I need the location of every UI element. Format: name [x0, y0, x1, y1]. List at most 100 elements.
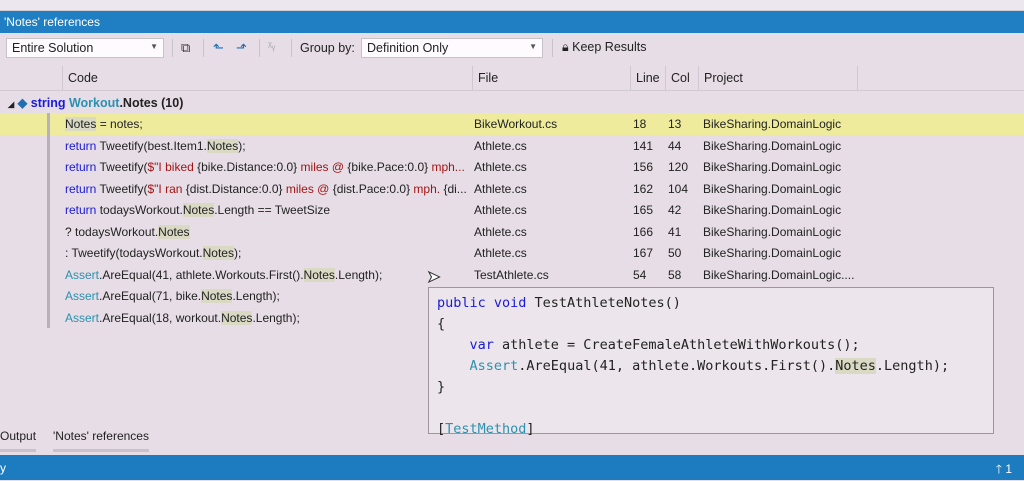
code-cell: Assert.AreEqual(41, athlete.Workouts.Fir… — [65, 267, 383, 282]
column-file[interactable]: File — [472, 66, 630, 91]
code-token: Notes — [158, 224, 190, 239]
project-cell: BikeSharing.DomainLogic — [703, 181, 842, 196]
code-token: $"I biked — [147, 160, 198, 174]
previous-location-icon[interactable]: ⬑ — [213, 40, 224, 56]
code-token: mph. — [410, 181, 444, 196]
col-cell: 41 — [668, 224, 682, 239]
clear-filter-icon[interactable]: ᵡᵧ — [268, 40, 275, 52]
code-token: .Length); — [334, 267, 383, 282]
code-token: ? todaysWorkout. — [65, 224, 159, 239]
code-token: mph... — [428, 160, 465, 174]
code-cell: Assert.AreEqual(18, workout.Notes.Length… — [65, 310, 300, 325]
code-token: ); — [233, 246, 242, 260]
column-col[interactable]: Col — [665, 66, 698, 91]
field-icon: ◆ — [17, 96, 28, 110]
preview-line: public void TestAthleteNotes() — [437, 293, 985, 314]
result-row[interactable]: return Tweetify($"I biked {bike.Distance… — [0, 156, 1024, 178]
next-location-icon[interactable]: ⬏ — [236, 40, 247, 56]
project-cell: BikeSharing.DomainLogic — [703, 246, 842, 260]
file-cell: TestAthlete.cs — [474, 267, 549, 282]
code-cell: Notes = notes; — [65, 117, 143, 131]
result-row[interactable]: : Tweetify(todaysWorkout.Notes); Athlete.… — [0, 242, 1024, 264]
publish-indicator[interactable]: 🡑 1 — [996, 460, 1012, 481]
code-token: {dist.Pace:0.0} — [332, 181, 411, 196]
line-cell: 167 — [633, 246, 654, 260]
code-token: Tweetify( — [96, 181, 148, 196]
code-token: .AreEqual(71, bike. — [99, 289, 202, 303]
file-cell: BikeWorkout.cs — [474, 117, 558, 131]
code-token: Assert — [65, 289, 100, 303]
tab-output[interactable]: Output — [0, 429, 37, 452]
col-cell: 104 — [668, 181, 689, 196]
group-by-dropdown[interactable]: Definition Only ▼ — [361, 38, 543, 58]
result-row[interactable]: Assert.AreEqual(41, athlete.Workouts.Fir… — [0, 264, 1024, 286]
code-token: Assert — [65, 310, 100, 325]
chevron-down-icon: ▼ — [150, 42, 158, 51]
group-row[interactable]: ◢ ◆ string Workout.Notes (10) — [8, 95, 183, 110]
tab-notes-references[interactable]: 'Notes' references — [53, 429, 149, 452]
column-project[interactable]: Project — [698, 66, 858, 91]
result-row[interactable]: return todaysWorkout.Notes.Length == Twe… — [0, 199, 1024, 221]
expand-triangle-icon[interactable]: ◢ — [8, 100, 14, 109]
code-token: = notes; — [96, 117, 143, 131]
code-token: .AreEqual(41, athlete.Workouts.First(). — [518, 358, 836, 374]
col-cell: 13 — [668, 117, 682, 131]
code-token: Tweetify( — [96, 160, 148, 174]
code-token: Assert — [65, 267, 100, 282]
preview-line: } — [437, 377, 985, 398]
result-row[interactable]: return Tweetify($"I ran {dist.Distance:0… — [0, 178, 1024, 200]
project-cell: BikeSharing.DomainLogic — [703, 224, 842, 239]
code-token: {bike.Pace:0.0} — [347, 160, 429, 174]
result-row[interactable]: ? todaysWorkout.Notes Athlete.cs 166 41 Bike… — [0, 221, 1024, 243]
code-preview-tooltip: public void TestAthleteNotes() { var athl… — [428, 287, 994, 437]
divider — [552, 39, 553, 57]
project-cell: BikeSharing.DomainLogic — [703, 138, 842, 153]
code-token: return — [65, 160, 97, 174]
code-token: ] — [526, 421, 535, 437]
group-count: (10) — [161, 96, 184, 110]
code-cell: : Tweetify(todaysWorkout.Notes); — [65, 246, 241, 260]
code-token: ); — [238, 138, 246, 153]
lock-icon: 🔒︎ — [562, 40, 569, 54]
col-cell: 44 — [668, 138, 682, 153]
code-token: return — [65, 181, 97, 196]
project-cell: BikeSharing.DomainLogic — [703, 117, 842, 131]
divider — [203, 39, 204, 57]
panel-title-bar: 'Notes' references — [0, 11, 1024, 33]
code-cell: return Tweetify($"I biked {bike.Distance… — [65, 160, 465, 174]
line-cell: 54 — [633, 267, 647, 282]
column-code[interactable]: Code — [62, 66, 472, 91]
line-cell: 166 — [633, 224, 654, 239]
tree-line — [47, 113, 50, 328]
code-token: Notes — [206, 138, 239, 153]
chevron-down-icon: ▼ — [529, 42, 537, 51]
code-token: {di... — [443, 181, 467, 196]
scope-dropdown[interactable]: Entire Solution ▼ — [6, 38, 164, 58]
file-cell: Athlete.cs — [474, 203, 527, 217]
copy-icon[interactable]: ⧉ — [181, 40, 190, 56]
code-token: Notes — [201, 289, 233, 303]
keep-results-button[interactable]: 🔒︎ Keep Results — [562, 40, 647, 55]
project-cell: BikeSharing.DomainLogic — [703, 160, 842, 174]
code-token: todaysWorkout. — [96, 203, 183, 217]
line-cell: 162 — [633, 181, 654, 196]
code-token: TestMethod — [445, 421, 527, 437]
code-token: var — [469, 337, 494, 353]
panel-title: 'Notes' references — [4, 15, 100, 29]
result-row[interactable]: Notes = notes; BikeWorkout.cs 18 13 BikeShar… — [0, 113, 1024, 135]
divider — [172, 39, 173, 57]
preview-line: { — [437, 314, 985, 335]
code-cell: ? todaysWorkout.Notes — [65, 224, 190, 239]
file-cell: Athlete.cs — [474, 138, 527, 153]
code-token: Notes — [835, 358, 876, 374]
result-row[interactable]: return Tweetify(best.Item1.Notes); Athlet… — [0, 135, 1024, 157]
code-token: Tweetify(best.Item1. — [96, 138, 207, 153]
code-token: Notes — [221, 310, 253, 325]
status-bar: y 🡑 1 — [0, 455, 1024, 480]
arrow-up-icon: 🡑 — [995, 462, 1002, 476]
code-token: return — [65, 203, 97, 217]
group-member: .Notes — [119, 96, 158, 110]
column-line[interactable]: Line — [630, 66, 665, 91]
group-by-label: Group by: — [300, 41, 355, 55]
